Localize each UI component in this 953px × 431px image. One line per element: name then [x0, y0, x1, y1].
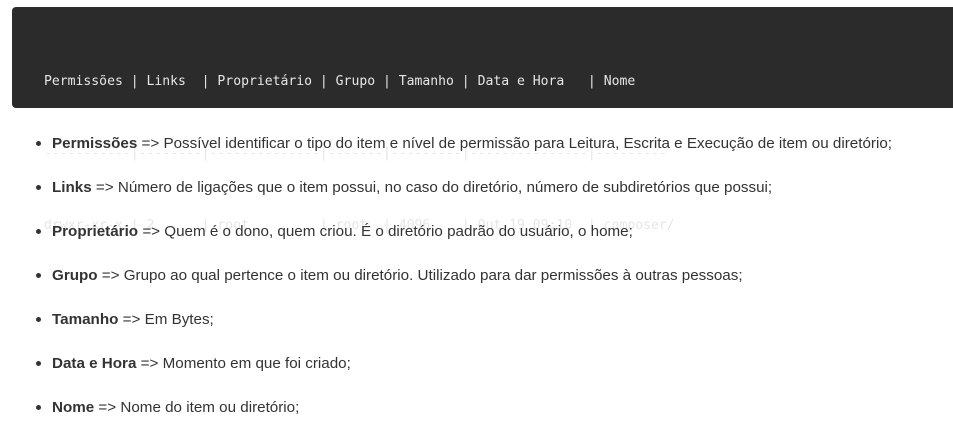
bullet-icon [36, 405, 41, 410]
bullet-icon [36, 317, 41, 322]
list-item-tamanho: Tamanho => Em Bytes; [36, 298, 892, 342]
list-item-nome: Nome => Nome do item ou diretório; [36, 386, 892, 430]
bullet-icon [36, 273, 41, 278]
list-item-text: => Quem é o dono, quem criou. É o diretó… [138, 223, 633, 240]
list-item-text: => Em Bytes; [118, 311, 214, 328]
bullet-icon [36, 185, 41, 190]
list-item-term: Permissões [52, 135, 138, 152]
list-item-term: Tamanho [52, 311, 119, 328]
bullet-icon [36, 361, 41, 366]
list-item-term: Grupo [52, 267, 98, 284]
list-item-text: => Número de ligações que o item possui,… [91, 179, 773, 196]
list-item-text: => Momento em que foi criado; [136, 355, 351, 372]
list-item-term: Proprietário [52, 223, 139, 240]
list-item-term: Data e Hora [52, 355, 137, 372]
list-item-text: => Possível identificar o tipo do item e… [137, 135, 892, 152]
list-item-term: Links [52, 179, 92, 196]
code-block: Permissões | Links | Proprietário | Grup… [12, 7, 953, 233]
description-list: Permissões => Possível identificar o tip… [0, 122, 892, 430]
list-item-links: Links => Número de ligações que o item p… [36, 166, 892, 210]
bullet-icon [36, 229, 41, 234]
list-item-term: Nome [52, 399, 95, 416]
list-item-proprietario: Proprietário => Quem é o dono, quem crio… [36, 210, 892, 254]
bullet-icon [36, 141, 41, 146]
list-item-text: => Grupo ao qual pertence o item ou dire… [97, 267, 743, 284]
list-item-grupo: Grupo => Grupo ao qual pertence o item o… [36, 254, 892, 298]
code-line-header: Permissões | Links | Proprietário | Grup… [44, 74, 636, 89]
list-item-text: => Nome do item ou diretório; [94, 399, 300, 416]
list-item-data-hora: Data e Hora => Momento em que foi criado… [36, 342, 892, 386]
list-item-permissoes: Permissões => Possível identificar o tip… [36, 122, 892, 166]
